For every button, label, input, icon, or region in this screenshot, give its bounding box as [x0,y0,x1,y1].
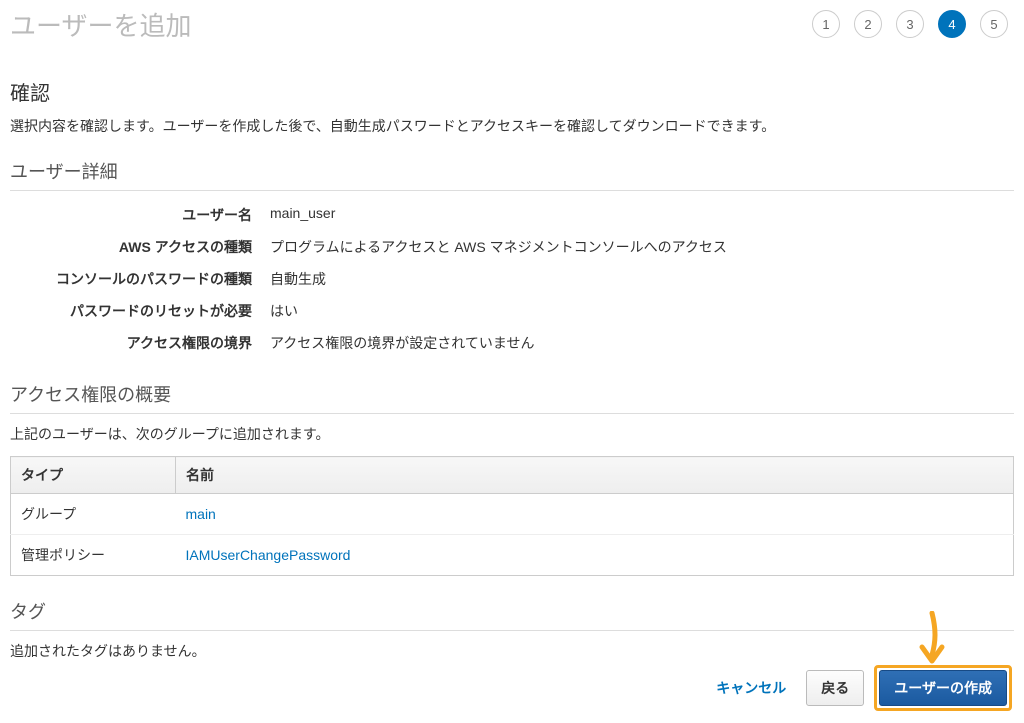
detail-row-access-type: AWS アクセスの種類 プログラムによるアクセスと AWS マネジメントコンソー… [10,231,1014,263]
perm-name-link[interactable]: IAMUserChangePassword [186,547,351,563]
detail-row-permission-boundary: アクセス権限の境界 アクセス権限の境界が設定されていません [10,327,1014,359]
perm-type: グループ [11,494,176,535]
step-5[interactable]: 5 [980,10,1008,38]
page-title: ユーザーを追加 [10,6,191,43]
permissions-description: 上記のユーザーは、次のグループに追加されます。 [10,424,1014,444]
permissions-col-name: 名前 [176,457,1014,494]
step-3[interactable]: 3 [896,10,924,38]
detail-row-password-type: コンソールのパスワードの種類 自動生成 [10,263,1014,295]
detail-value: はい [270,301,298,321]
table-row: 管理ポリシー IAMUserChangePassword [11,535,1014,576]
tags-description: 追加されたタグはありません。 [10,641,1014,661]
wizard-steps: 1 2 3 4 5 [812,6,1014,38]
detail-value: 自動生成 [270,269,326,289]
table-row: グループ main [11,494,1014,535]
perm-name-link[interactable]: main [186,506,216,522]
step-1[interactable]: 1 [812,10,840,38]
detail-row-password-reset: パスワードのリセットが必要 はい [10,295,1014,327]
detail-label: AWS アクセスの種類 [10,237,270,257]
create-user-button[interactable]: ユーザーの作成 [879,670,1007,706]
footer-actions: キャンセル 戻る ユーザーの作成 [706,665,1012,711]
create-button-highlight: ユーザーの作成 [874,665,1012,711]
permissions-table: タイプ 名前 グループ main 管理ポリシー IAMUserChangePas… [10,456,1014,576]
back-button[interactable]: 戻る [806,670,864,706]
user-details: ユーザー名 main_user AWS アクセスの種類 プログラムによるアクセス… [10,199,1014,359]
permissions-heading: アクセス権限の概要 [10,381,1014,414]
detail-label: パスワードのリセットが必要 [10,301,270,321]
detail-value: プログラムによるアクセスと AWS マネジメントコンソールへのアクセス [270,237,727,257]
permissions-col-type: タイプ [11,457,176,494]
detail-label: アクセス権限の境界 [10,333,270,353]
confirm-heading: 確認 [10,77,1014,106]
detail-label: コンソールのパスワードの種類 [10,269,270,289]
confirm-description: 選択内容を確認します。ユーザーを作成した後で、自動生成パスワードとアクセスキーを… [10,116,1014,136]
detail-row-username: ユーザー名 main_user [10,199,1014,231]
tags-heading: タグ [10,598,1014,631]
step-4[interactable]: 4 [938,10,966,38]
cancel-button[interactable]: キャンセル [706,670,796,706]
detail-label: ユーザー名 [10,205,270,225]
user-details-heading: ユーザー詳細 [10,158,1014,191]
detail-value: main_user [270,205,335,225]
perm-type: 管理ポリシー [11,535,176,576]
step-2[interactable]: 2 [854,10,882,38]
detail-value: アクセス権限の境界が設定されていません [270,333,534,353]
